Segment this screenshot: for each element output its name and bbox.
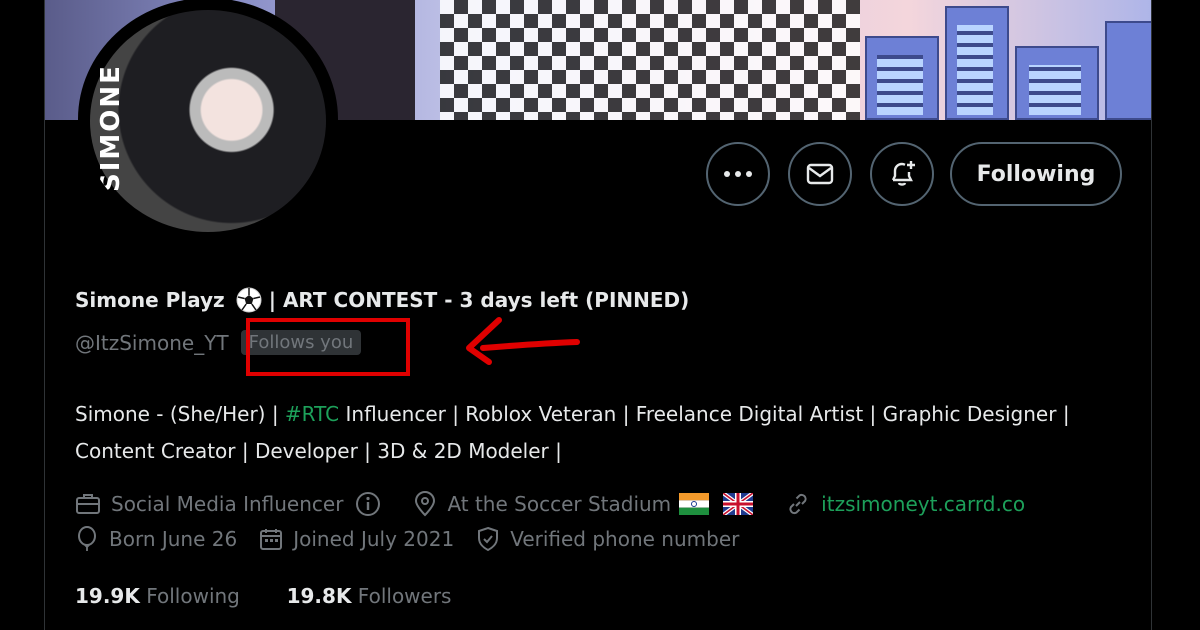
india-flag-icon	[679, 493, 710, 515]
message-button[interactable]	[788, 142, 852, 206]
profile-meta-row-1: Social Media Influencer At the Soccer St…	[75, 491, 1047, 517]
banner-windows	[877, 55, 923, 115]
banner-checker-art	[440, 0, 860, 120]
website-link[interactable]: itzsimoneyt.carrd.co	[821, 492, 1025, 516]
uk-flag-icon	[723, 493, 754, 515]
category-item: Social Media Influencer	[75, 491, 391, 517]
followers-count: 19.8K	[286, 584, 352, 608]
calendar-icon	[260, 529, 283, 550]
red-arrow-annotation	[466, 317, 580, 365]
joined-item: Joined July 2021	[259, 527, 454, 551]
bio-hashtag-link[interactable]: #RTC	[285, 402, 339, 426]
category-text: Social Media Influencer	[111, 492, 344, 516]
more-icon	[724, 171, 752, 177]
envelope-icon	[806, 163, 834, 185]
birthday-text: Born June 26	[109, 527, 238, 551]
notifications-button[interactable]	[870, 142, 934, 206]
location-pin-icon	[415, 491, 436, 517]
banner-windows	[1029, 65, 1081, 115]
joined-text: Joined July 2021	[293, 527, 455, 551]
follow-stats: 19.9K Following 19.8K Followers	[75, 584, 451, 608]
profile-bio: Simone - (She/Her) | #RTC Influencer | R…	[75, 396, 1115, 470]
info-icon[interactable]	[355, 491, 381, 517]
avatar[interactable]: SIMONE	[78, 0, 338, 240]
avatar-text: SIMONE	[96, 64, 126, 192]
banner-building	[1105, 21, 1151, 120]
briefcase-icon	[76, 494, 100, 514]
highlight-box	[246, 318, 410, 376]
profile-meta-row-2: Born June 26 Joined July 2021 Verified p…	[75, 526, 761, 552]
followers-stat[interactable]: 19.8K Followers	[287, 584, 452, 608]
website-item[interactable]: itzsimoneyt.carrd.co	[785, 491, 1025, 517]
link-icon	[789, 493, 807, 515]
following-stat[interactable]: 19.9K Following	[75, 584, 240, 608]
location-item: At the Soccer Stadium	[413, 491, 763, 517]
following-stat-label: Following	[146, 584, 240, 608]
following-count: 19.9K	[75, 584, 140, 608]
following-button[interactable]: Following	[950, 142, 1122, 206]
user-handle: @ItzSimone_YT	[75, 330, 229, 355]
display-name: Simone Playz	[75, 288, 225, 312]
location-text: At the Soccer Stadium	[447, 492, 672, 516]
shield-check-icon	[478, 526, 499, 552]
verified-phone-text: Verified phone number	[510, 527, 740, 551]
followers-stat-label: Followers	[357, 584, 452, 608]
soccer-ball-icon	[236, 287, 262, 313]
display-name-suffix: | ART CONTEST - 3 days left (PINNED)	[268, 288, 690, 312]
banner-windows	[957, 25, 993, 115]
more-button[interactable]	[706, 142, 770, 206]
birthday-item: Born June 26	[75, 526, 237, 552]
bio-text: Simone - (She/Her) |	[75, 402, 285, 426]
verified-phone-item: Verified phone number	[476, 526, 739, 552]
profile-frame: SIMONE Following Simone Playz | ART CONT…	[44, 0, 1152, 630]
balloon-icon	[78, 526, 96, 551]
bell-plus-icon	[891, 161, 915, 186]
profile-name-row: Simone Playz | ART CONTEST - 3 days left…	[75, 286, 689, 314]
